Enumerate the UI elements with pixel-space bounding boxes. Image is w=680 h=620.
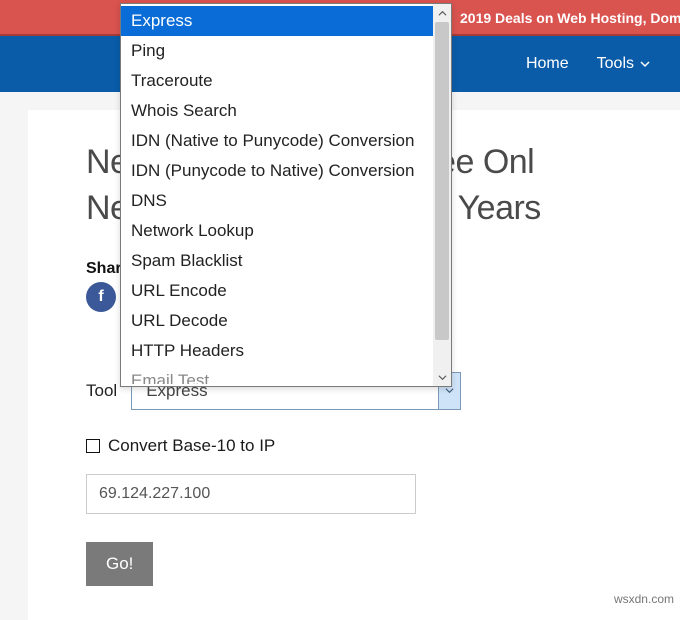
dropdown-option[interactable]: Spam Blacklist bbox=[121, 246, 433, 276]
dropdown-option[interactable]: URL Decode bbox=[121, 306, 433, 336]
scroll-down-arrow-icon[interactable] bbox=[433, 368, 451, 386]
dropdown-option[interactable]: Email Test bbox=[121, 366, 433, 384]
nav-home[interactable]: Home bbox=[526, 55, 569, 73]
dropdown-option[interactable]: Traceroute bbox=[121, 66, 433, 96]
tool-label: Tool bbox=[86, 381, 117, 401]
dropdown-scrollbar[interactable] bbox=[433, 4, 451, 386]
scroll-up-arrow-icon[interactable] bbox=[433, 4, 451, 22]
ip-input[interactable] bbox=[86, 474, 416, 514]
facebook-share-button[interactable]: f bbox=[86, 282, 116, 312]
dropdown-option[interactable]: Whois Search bbox=[121, 96, 433, 126]
facebook-icon: f bbox=[98, 288, 103, 306]
convert-checkbox-row[interactable]: Convert Base-10 to IP bbox=[86, 436, 680, 456]
dropdown-option[interactable]: HTTP Headers bbox=[121, 336, 433, 366]
nav-home-label: Home bbox=[526, 55, 569, 73]
dropdown-option[interactable]: Network Lookup bbox=[121, 216, 433, 246]
promo-banner-text: 2019 Deals on Web Hosting, Doma bbox=[460, 10, 680, 26]
dropdown-option[interactable]: Ping bbox=[121, 36, 433, 66]
chevron-down-icon bbox=[640, 59, 650, 69]
convert-checkbox-label: Convert Base-10 to IP bbox=[108, 436, 275, 456]
share-label: Shar bbox=[86, 260, 122, 278]
nav-tools[interactable]: Tools bbox=[597, 55, 650, 73]
dropdown-option[interactable]: IDN (Native to Punycode) Conversion bbox=[121, 126, 433, 156]
dropdown-option[interactable]: DNS bbox=[121, 186, 433, 216]
nav-tools-label: Tools bbox=[597, 55, 634, 73]
tool-dropdown-list: ExpressPingTracerouteWhois SearchIDN (Na… bbox=[120, 3, 452, 387]
dropdown-option[interactable]: IDN (Punycode to Native) Conversion bbox=[121, 156, 433, 186]
scroll-track[interactable] bbox=[433, 22, 451, 368]
dropdown-option[interactable]: Express bbox=[121, 6, 433, 36]
watermark: wsxdn.com bbox=[614, 592, 674, 606]
go-button[interactable]: Go! bbox=[86, 542, 153, 586]
convert-checkbox[interactable] bbox=[86, 439, 100, 453]
dropdown-option[interactable]: URL Encode bbox=[121, 276, 433, 306]
scroll-thumb[interactable] bbox=[435, 22, 449, 340]
